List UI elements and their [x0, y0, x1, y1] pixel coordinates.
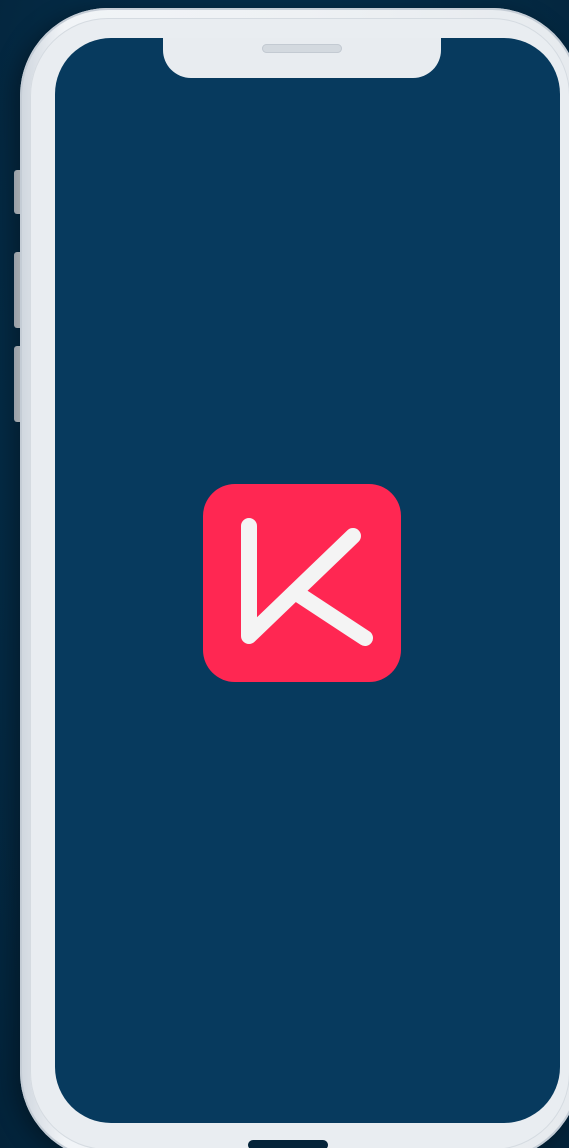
bottom-edge-shadow — [248, 1140, 328, 1148]
k-letter-logo-icon — [241, 518, 373, 646]
phone-frame — [20, 8, 569, 1148]
notch — [163, 38, 441, 78]
app-logo — [203, 484, 401, 682]
earpiece-speaker — [262, 44, 342, 53]
splash-screen-stage — [0, 0, 569, 1148]
app-screen — [55, 38, 560, 1123]
